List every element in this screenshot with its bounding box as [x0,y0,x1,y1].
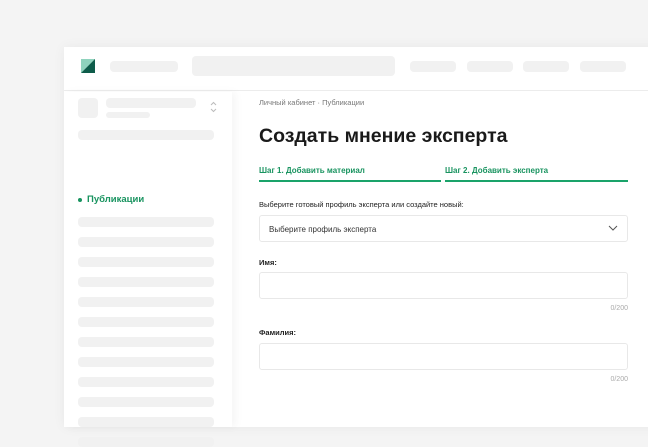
avatar [78,98,98,118]
sidebar-item[interactable] [78,377,214,387]
page-title: Создать мнение эксперта [259,125,508,147]
header-nav-item[interactable] [410,61,456,72]
logo-icon [81,59,95,73]
sidebar-item[interactable] [78,237,214,247]
name-input[interactable] [259,272,628,299]
name-counter: 0/200 [610,305,628,312]
header-nav-item[interactable] [523,61,569,72]
surname-label: Фамилия: [259,328,296,337]
sidebar-item[interactable] [78,437,214,447]
sidebar-item-publications[interactable]: Публикации [78,194,144,205]
sidebar-item[interactable] [78,337,214,347]
active-dot-icon [78,197,82,202]
profile-label: Выберите готовый профиль эксперта или со… [259,200,464,209]
header [64,47,648,91]
sidebar-item[interactable] [78,417,214,427]
sidebar-item[interactable] [78,317,214,327]
sidebar-item[interactable] [78,277,214,287]
name-label: Имя: [259,258,277,267]
header-placeholder [110,61,178,72]
sidebar-item[interactable] [78,297,214,307]
user-name-placeholder [106,98,196,108]
sidebar-item[interactable] [78,357,214,367]
profile-select[interactable]: Выберите профиль эксперта [259,215,628,242]
app-window: Публикации Личный кабинет · Публикации С… [64,47,648,447]
breadcrumb[interactable]: Личный кабинет · Публикации [259,98,364,107]
surname-input[interactable] [259,343,628,370]
header-nav-item[interactable] [467,61,513,72]
sidebar-item[interactable] [78,397,214,407]
chevron-updown-icon[interactable] [210,101,217,113]
chevron-down-icon [608,225,618,231]
tab-step-1[interactable]: Шаг 1. Добавить материал [259,166,441,182]
sidebar-item[interactable] [78,217,214,227]
tab-step-2[interactable]: Шаг 2. Добавить эксперта [445,166,628,182]
search-bar[interactable] [192,56,395,76]
header-nav-item[interactable] [580,61,626,72]
sidebar-item[interactable] [78,257,214,267]
sidebar: Публикации [64,92,232,447]
sidebar-item[interactable] [78,130,214,140]
user-role-placeholder [106,112,150,118]
surname-counter: 0/200 [610,376,628,383]
